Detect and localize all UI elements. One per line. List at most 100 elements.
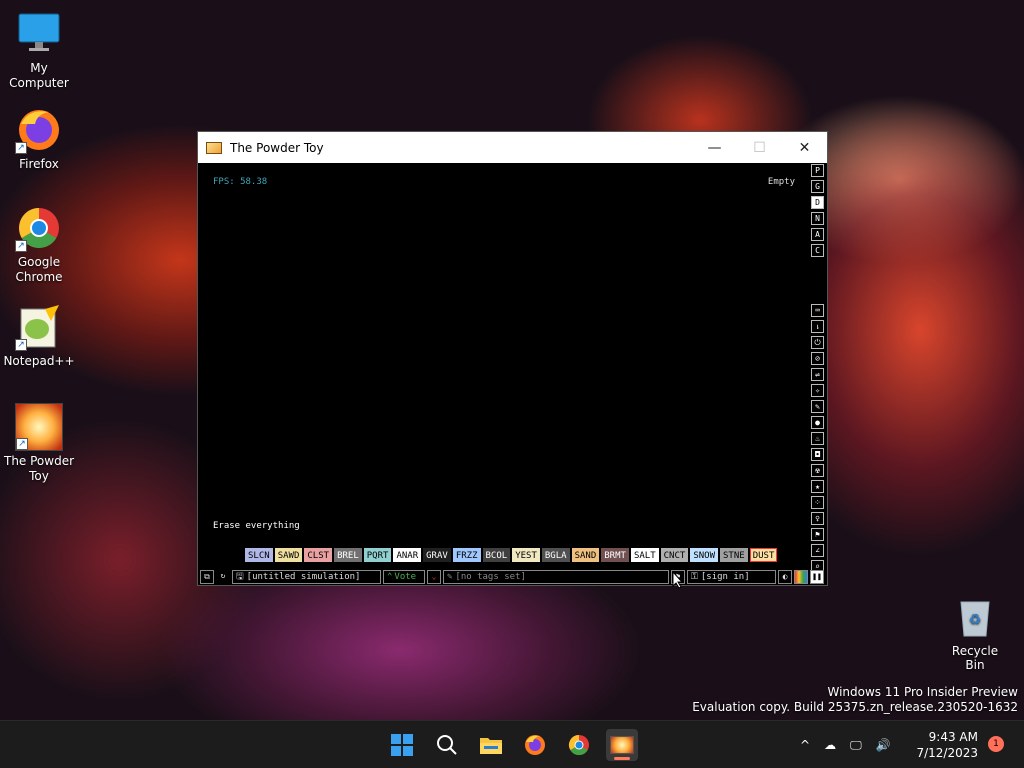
menu-gravity-button[interactable]: G — [811, 180, 824, 193]
watermark-line2: Evaluation copy. Build 25375.zn_release.… — [692, 700, 1018, 714]
category-keyboard-icon[interactable]: ⌨ — [811, 304, 824, 317]
category-favorites-icon[interactable]: ∠ — [811, 544, 824, 557]
desktop-icon-recycle-bin[interactable]: ♻ Recycle Bin — [944, 596, 1006, 672]
category-life-icon[interactable]: ♀ — [811, 512, 824, 525]
vote-up-button[interactable]: ⌃ Vote — [383, 570, 425, 584]
element-button[interactable]: BGLA — [541, 548, 570, 562]
powder-toy-icon: ↗ — [15, 403, 63, 451]
minimize-button[interactable]: — — [692, 132, 737, 163]
pause-icon[interactable]: ❚❚ — [810, 570, 824, 584]
element-button[interactable]: PQRT — [363, 548, 392, 562]
element-button[interactable]: CNCT — [660, 548, 689, 562]
desktop-icon-label: Google Chrome — [15, 255, 63, 284]
category-special-icon[interactable]: ★ — [811, 480, 824, 493]
notification-badge[interactable]: 1 — [988, 736, 1004, 752]
desktop-icon-firefox[interactable]: ↗ Firefox — [0, 106, 78, 172]
desktop-icon-powder-toy[interactable]: ↗ The Powder Toy — [0, 403, 78, 484]
settings-icon[interactable]: ◐ — [778, 570, 792, 584]
volume-icon[interactable]: 🔊 — [876, 738, 891, 752]
desktop-icon-label: The Powder Toy — [3, 454, 75, 483]
windows-logo-icon — [391, 734, 413, 756]
powder-toy-window[interactable]: The Powder Toy — ☐ ✕ FPS: 58.38 Empty Er… — [197, 131, 828, 586]
window-titlebar[interactable]: The Powder Toy — ☐ ✕ — [198, 132, 827, 163]
clock-time: 9:43 AM — [928, 730, 978, 744]
desktop-icon-my-computer[interactable]: My Computer — [0, 10, 78, 91]
monitor-icon — [15, 10, 63, 58]
category-radioactive-icon[interactable]: ☢ — [811, 464, 824, 477]
element-button[interactable]: YEST — [512, 548, 540, 562]
desktop-icon-notepadpp[interactable]: ↗ Notepad++ — [0, 303, 78, 369]
category-liquid-icon[interactable]: ● — [811, 416, 824, 429]
element-button[interactable]: SAND — [571, 548, 600, 562]
category-tools-icon[interactable]: ⚑ — [811, 528, 824, 541]
recycle-bin-icon: ♻ — [957, 596, 993, 638]
element-button[interactable]: BRMT — [601, 548, 629, 562]
element-button[interactable]: SNOW — [690, 548, 718, 562]
element-button[interactable]: ANAR — [393, 548, 422, 562]
right-toolbar: P G D N A C ⌨ ⇂ ⏻ ⊘ ⇌ ✧ ✎ ● ♨ ◘ ☢ ★ ⁘ ♀ … — [811, 164, 825, 576]
close-button[interactable]: ✕ — [782, 132, 827, 163]
category-power-icon[interactable]: ⏻ — [811, 336, 824, 349]
powder-toy-app-icon — [206, 141, 222, 154]
element-button[interactable]: SALT — [630, 548, 659, 562]
element-button-selected[interactable]: DUST — [749, 548, 778, 562]
search-button[interactable] — [431, 729, 463, 761]
firefox-icon — [525, 735, 545, 755]
vote-down-button[interactable]: ⌄ — [427, 570, 441, 584]
render-options-icon[interactable] — [794, 570, 808, 584]
desktop-icon-label: My Computer — [9, 61, 69, 90]
start-button[interactable] — [386, 729, 418, 761]
open-save-icon[interactable]: ⧉ — [200, 570, 214, 584]
category-explosive-icon[interactable]: ✧ — [811, 384, 824, 397]
menu-n-button[interactable]: N — [811, 212, 824, 225]
firefox-taskbar-button[interactable] — [519, 729, 551, 761]
network-icon[interactable]: 🖵 — [850, 738, 862, 753]
tags-field[interactable]: ✎ [no tags set] — [443, 570, 669, 584]
key-icon: ⚿ — [691, 572, 698, 582]
recycle-bin-label: Recycle Bin — [951, 644, 999, 672]
element-button[interactable]: SAWD — [274, 548, 303, 562]
chrome-taskbar-button[interactable] — [563, 729, 595, 761]
file-explorer-button[interactable] — [475, 729, 507, 761]
category-gas-icon[interactable]: ✎ — [811, 400, 824, 413]
powder-toy-taskbar-button[interactable] — [606, 729, 638, 761]
clock[interactable]: 9:43 AM 7/12/2023 — [916, 729, 978, 761]
folder-icon — [480, 738, 502, 754]
element-button[interactable]: GRAV — [423, 548, 451, 562]
element-button[interactable]: FRZZ — [452, 548, 481, 562]
menu-powered-button[interactable]: P — [811, 164, 824, 177]
save-name-label: [untitled simulation] — [246, 572, 361, 582]
element-button[interactable]: BREL — [334, 548, 362, 562]
menu-d-button[interactable]: D — [811, 196, 824, 209]
search-icon — [437, 735, 457, 755]
category-force-icon[interactable]: ⇌ — [811, 368, 824, 381]
element-button[interactable]: SLCN — [245, 548, 273, 562]
chevron-up-icon[interactable]: ^ — [800, 738, 810, 752]
vote-up-icon: ⌃ — [387, 572, 393, 582]
sign-in-button[interactable]: ⚿ [sign in] — [687, 570, 776, 584]
save-icon: 🖫 — [236, 572, 244, 582]
category-solid-icon[interactable]: ◘ — [811, 448, 824, 461]
category-sensor-icon[interactable]: ⊘ — [811, 352, 824, 365]
save-name-field[interactable]: 🖫 [untitled simulation] — [232, 570, 381, 584]
menu-c-button[interactable]: C — [811, 244, 824, 257]
element-button[interactable]: STNE — [720, 548, 748, 562]
firefox-icon: ↗ — [15, 106, 63, 154]
category-particles-icon[interactable]: ⁘ — [811, 496, 824, 509]
element-palette: SLCN SAWD CLST BREL PQRT ANAR GRAV FRZZ … — [245, 548, 778, 562]
maximize-button[interactable]: ☐ — [737, 132, 782, 163]
vote-label: Vote — [394, 572, 417, 582]
menu-a-button[interactable]: A — [811, 228, 824, 241]
taskbar: ^ ☁ 🖵 🔊 9:43 AM 7/12/2023 1 — [0, 720, 1024, 768]
reload-icon[interactable]: ↻ — [216, 570, 230, 584]
simulation-canvas[interactable]: FPS: 58.38 Empty Erase everything P G D … — [198, 163, 827, 585]
element-button[interactable]: BCOL — [482, 548, 511, 562]
bottom-bar: ⧉ ↻ 🖫 [untitled simulation] ⌃ Vote ⌄ ✎ [… — [198, 569, 827, 585]
desktop-icon-chrome[interactable]: ↗ Google Chrome — [0, 204, 78, 285]
category-tool-icon[interactable]: ⇂ — [811, 320, 824, 333]
hover-status: Empty — [767, 177, 795, 187]
cloud-icon[interactable]: ☁ — [824, 738, 836, 752]
element-button[interactable]: CLST — [304, 548, 333, 562]
category-powder-icon[interactable]: ♨ — [811, 432, 824, 445]
notepadpp-icon: ↗ — [15, 303, 63, 351]
